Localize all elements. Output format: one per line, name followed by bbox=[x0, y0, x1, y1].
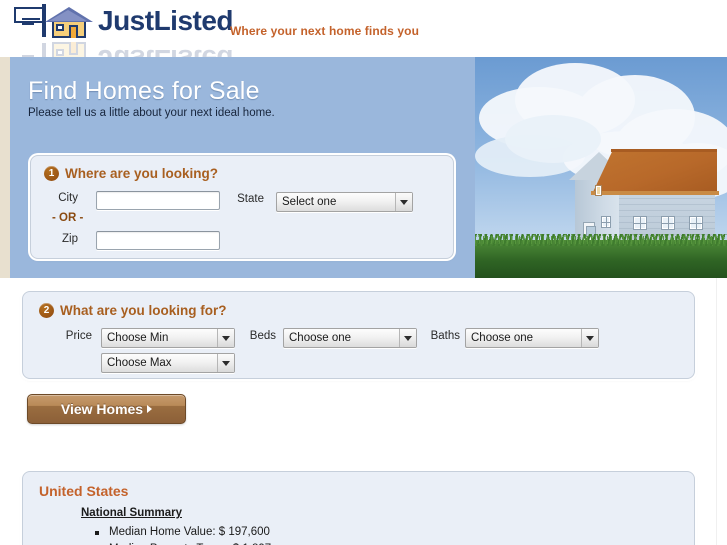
list-item: Median Home Value: $ 197,600 bbox=[95, 524, 271, 541]
step-1-heading-text: Where are you looking? bbox=[65, 166, 219, 181]
info-panel-subtitle: National Summary bbox=[81, 507, 182, 519]
step-2-badge: 2 bbox=[39, 303, 54, 318]
house-window bbox=[601, 216, 611, 228]
chevron-down-icon[interactable] bbox=[399, 329, 416, 347]
house-attic-window bbox=[595, 185, 602, 196]
house-window bbox=[689, 216, 703, 230]
state-select[interactable]: Select one bbox=[276, 192, 413, 212]
state-label: State bbox=[237, 193, 264, 205]
beds-select-value: Choose one bbox=[289, 332, 352, 344]
city-input[interactable] bbox=[96, 191, 220, 210]
sign-text-line bbox=[22, 18, 40, 20]
page-subtitle: Please tell us a little about your next … bbox=[28, 107, 275, 119]
view-homes-button-label: View Homes bbox=[60, 401, 144, 417]
national-summary-panel: United States National Summary Median Ho… bbox=[22, 471, 695, 545]
logo-house-window bbox=[56, 24, 64, 31]
brand-wordmark: JustListed bbox=[98, 5, 234, 37]
logo-house-roof-highlight bbox=[49, 10, 87, 21]
step-2-heading: 2 What are you looking for? bbox=[39, 303, 227, 318]
zip-label: Zip bbox=[62, 233, 78, 245]
page-title: Find Homes for Sale bbox=[28, 77, 260, 105]
baths-select[interactable]: Choose one bbox=[465, 328, 599, 348]
baths-label: Baths bbox=[430, 330, 460, 342]
info-panel-title: United States bbox=[39, 483, 129, 499]
chevron-down-icon[interactable] bbox=[395, 193, 412, 211]
step-2-heading-text: What are you looking for? bbox=[60, 303, 227, 318]
national-summary-list: Median Home Value: $ 197,600 Median Prop… bbox=[95, 524, 271, 545]
site-logo[interactable]: JustListed bbox=[12, 3, 234, 39]
state-select-value: Select one bbox=[282, 196, 337, 208]
brand-name-part2: Listed bbox=[153, 5, 234, 36]
view-homes-button[interactable]: View Homes bbox=[27, 394, 186, 424]
page-root: JustListed JustListed bbox=[0, 0, 727, 545]
zip-input[interactable] bbox=[96, 231, 220, 250]
for-sale-sign-board bbox=[14, 7, 44, 25]
chevron-right-icon bbox=[147, 405, 153, 413]
chevron-down-icon[interactable] bbox=[581, 329, 598, 347]
brand-tagline: Where your next home finds you bbox=[230, 24, 420, 38]
brand-name-part1: Just bbox=[98, 5, 154, 36]
price-min-select-value: Choose Min bbox=[107, 332, 169, 344]
house-with-for-sale-sign-icon bbox=[12, 3, 94, 39]
logo-reflection: JustListed bbox=[12, 39, 252, 57]
beds-label: Beds bbox=[249, 330, 276, 342]
grass-foreground bbox=[475, 234, 727, 278]
step-1-badge: 1 bbox=[44, 166, 59, 181]
logo-house-door bbox=[69, 25, 78, 38]
house-on-grass-with-clouds-illustration bbox=[475, 57, 727, 278]
site-header: JustListed JustListed bbox=[0, 0, 727, 57]
chevron-down-icon[interactable] bbox=[217, 354, 234, 372]
house-roof-ridge bbox=[611, 149, 717, 152]
house-roof bbox=[593, 150, 717, 192]
chevron-down-icon[interactable] bbox=[217, 329, 234, 347]
price-max-select-value: Choose Max bbox=[107, 357, 172, 369]
sign-text-line bbox=[22, 23, 34, 25]
step-1-heading: 1 Where are you looking? bbox=[44, 166, 218, 181]
list-item: Median Property Taxes: $ 1,897 bbox=[95, 541, 271, 545]
baths-select-value: Choose one bbox=[471, 332, 534, 344]
price-label: Price bbox=[65, 330, 92, 342]
page-edge-divider bbox=[716, 278, 717, 545]
beds-select[interactable]: Choose one bbox=[283, 328, 417, 348]
city-label: City bbox=[58, 192, 78, 204]
house-window bbox=[661, 216, 675, 230]
price-min-select[interactable]: Choose Min bbox=[101, 328, 235, 348]
or-separator-label: - OR - bbox=[52, 212, 84, 224]
house-roof-eave bbox=[591, 191, 719, 195]
price-max-select[interactable]: Choose Max bbox=[101, 353, 235, 373]
house-window bbox=[633, 216, 647, 230]
left-edge-strip bbox=[0, 57, 10, 278]
